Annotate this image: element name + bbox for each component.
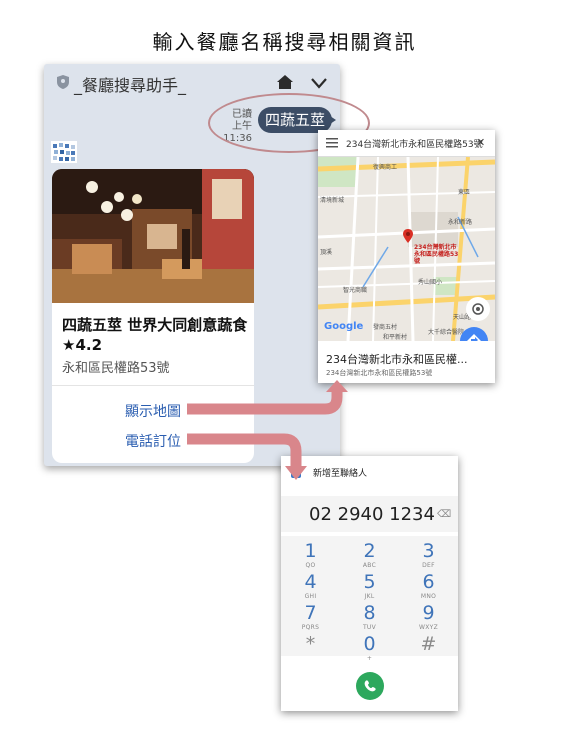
dial-key-letters: PQRS [301,624,320,631]
dial-key-hash[interactable]: # [399,633,458,662]
dial-key-digit: 4 [304,571,317,593]
phone-number-display[interactable]: 02 2940 1234 [309,504,435,525]
dial-key-letters: MNO [420,593,437,600]
menu-icon[interactable] [326,138,338,148]
dial-key-letters: WXYZ [418,624,439,631]
dial-key-letters: + [366,655,373,662]
my-location-icon[interactable] [466,297,490,321]
map-view[interactable]: 復興商工 清境新城 東區 秀山國小 智光商職 大千綜合醫院 頂溪 天山路 永和新… [318,157,495,341]
map-label: 和平新村 [383,334,408,341]
call-button[interactable] [356,672,384,700]
dial-key-digit: 1 [304,540,317,562]
backspace-icon[interactable]: ⌫ [437,509,451,520]
show-map-button[interactable]: 顯示地圖 [52,401,254,421]
page-title: 輸入餐廳名稱搜尋相關資訊 [152,30,417,54]
dial-key-digit: 9 [422,602,435,624]
map-label: 秀山國小 [418,279,443,286]
dialer-top-bar: 新增至聯絡人 [281,456,458,486]
dial-key-2[interactable]: 2 ABC [340,540,399,569]
dial-key-digit: # [420,633,437,655]
dial-key-digit: 6 [422,571,435,593]
dial-key-digit: 3 [422,540,435,562]
shield-icon [57,75,69,89]
restaurant-address: 永和區民權路53號 [62,361,170,376]
map-pin-icon[interactable] [403,229,413,243]
google-logo: Google [324,321,364,332]
dial-key-0[interactable]: 0 + [340,633,399,662]
home-icon[interactable] [276,74,294,90]
map-label: 東區 [458,189,471,196]
restaurant-card[interactable]: 四蔬五莖 世界大同創意蔬食★4.2 永和區民權路53號 顯示地圖 電話訂位 [52,169,254,463]
restaurant-photo [52,169,254,303]
map-label: 復興商工 [373,164,398,171]
dial-key-5[interactable]: 5 JKL [340,571,399,600]
bot-avatar[interactable] [51,141,77,163]
dial-key-letters: JKL [364,593,375,600]
dial-key-6[interactable]: 6 MNO [399,571,458,600]
more-vert-icon[interactable]: ⋮ [291,470,301,481]
dial-key-3[interactable]: 3 DEF [399,540,458,569]
dial-key-letters [399,655,458,662]
dial-key-digit: * [305,633,316,655]
dial-key-star[interactable]: * [281,633,340,662]
dial-key-digit: 2 [363,540,376,562]
map-search-bar[interactable]: 234台灣新北市永和區民權路53號 ✕ [318,130,495,157]
dial-key-digit: 5 [363,571,376,593]
map-label: 發商五村 [373,324,398,331]
dial-key-1[interactable]: 1 QO [281,540,340,569]
phone-icon [364,680,376,692]
call-reserve-button[interactable]: 電話訂位 [52,431,254,451]
chevron-down-icon[interactable] [310,76,328,90]
map-label: 大千綜合醫院 [428,329,465,336]
place-name: 234台灣新北市永和區民權... [326,353,468,366]
dial-key-letters: GHI [304,593,317,600]
place-info[interactable]: 234台灣新北市永和區民權... 234台灣新北市永和區民權路53號 [318,341,495,383]
dial-key-4[interactable]: 4 GHI [281,571,340,600]
chat-name: _餐廳搜尋助手_ [74,76,187,95]
close-icon[interactable]: ✕ [476,136,485,149]
dial-key-letters [281,655,340,662]
dial-key-letters: TUV [362,624,377,631]
map-label: 頂溪 [320,249,333,256]
dial-key-digit: 0 [363,633,376,655]
dial-key-8[interactable]: 8 TUV [340,602,399,631]
dial-key-digit: 8 [363,602,376,624]
dial-key-7[interactable]: 7 PQRS [281,602,340,631]
place-address: 234台灣新北市永和區民權路53號 [326,369,433,377]
map-search-text: 234台灣新北市永和區民權路53號 [346,140,483,150]
dial-key-digit: 7 [304,602,317,624]
add-contact-button[interactable]: 新增至聯絡人 [313,466,367,479]
map-screen: 234台灣新北市永和區民權路53號 ✕ 復興商工 清境新城 東區 秀山國小 智光… [318,130,495,383]
card-divider [52,385,254,386]
pin-label: 234台灣新北市永和區民權路53號 [414,244,459,265]
chat-window: _餐廳搜尋助手_ 已讀 上午11:36 四蔬五莖 四蔬五莖 世界大同創意蔬食★4… [44,64,370,466]
map-label: 永和新路 [448,219,473,226]
dial-key-letters: DEF [422,562,435,569]
map-label: 智光商職 [343,287,368,294]
restaurant-title: 四蔬五莖 世界大同創意蔬食★4.2 [62,316,248,354]
map-label: 清境新城 [320,197,345,204]
dialer-screen: 新增至聯絡人 ⋮ 02 2940 1234 ⌫ 1 QO 2 ABC 3 DEF 4 GHI 5… [281,456,458,711]
dial-key-9[interactable]: 9 WXYZ [399,602,458,631]
dial-key-letters: ABC [362,562,377,569]
dial-key-letters: QO [305,562,316,569]
